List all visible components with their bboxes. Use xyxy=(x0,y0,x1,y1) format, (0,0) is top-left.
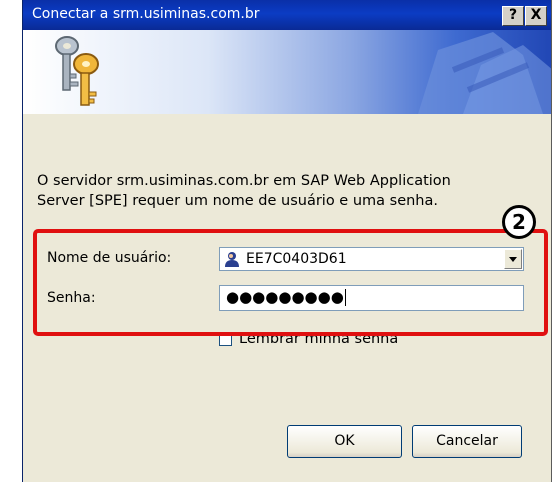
keys-icon xyxy=(55,36,99,106)
window-title: Conectar a srm.usiminas.com.br xyxy=(32,6,260,22)
ok-button[interactable]: OK xyxy=(287,425,402,458)
help-button[interactable]: ? xyxy=(502,6,524,26)
dialog-banner xyxy=(23,30,551,114)
server-message-line: O servidor srm.usiminas.com.br em SAP We… xyxy=(37,173,451,189)
cancel-button[interactable]: Cancelar xyxy=(412,425,522,458)
annotation-step-badge: 2 xyxy=(502,205,536,239)
server-message-line: Server [SPE] requer um nome de usuário e… xyxy=(37,193,438,209)
title-bar[interactable]: Conectar a srm.usiminas.com.br ? X xyxy=(23,0,551,30)
server-message: O servidor srm.usiminas.com.br em SAP We… xyxy=(37,171,451,211)
annotation-highlight-box xyxy=(33,229,548,336)
close-button[interactable]: X xyxy=(525,6,547,26)
login-dialog: Conectar a srm.usiminas.com.br ? X O ser… xyxy=(22,0,552,482)
